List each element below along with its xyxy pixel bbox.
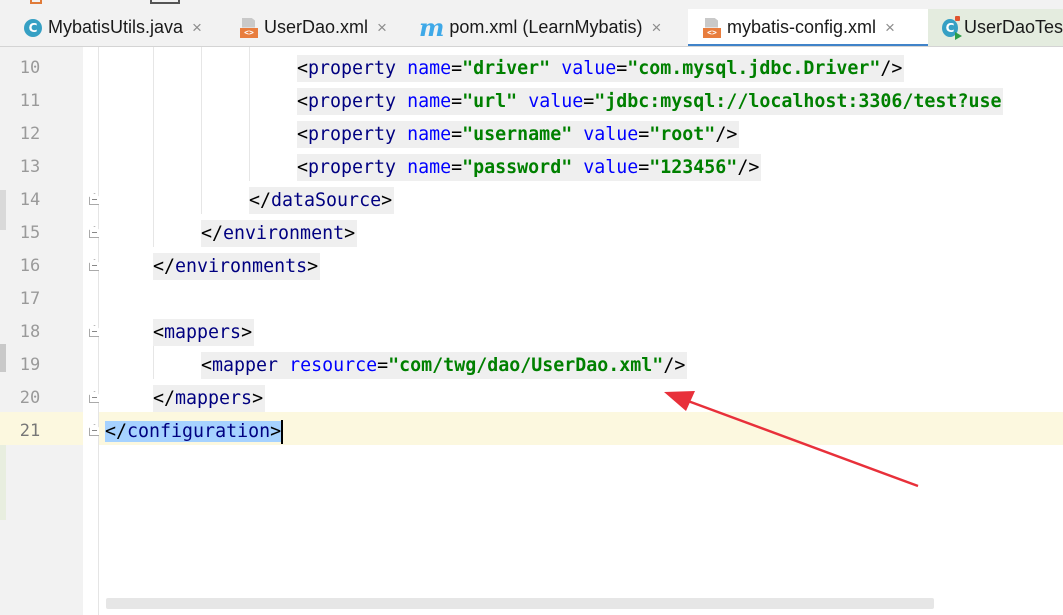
annotation-arrow-shaft [687,399,919,488]
annotation-arrow-head [664,391,695,411]
annotation-arrow [664,391,919,488]
